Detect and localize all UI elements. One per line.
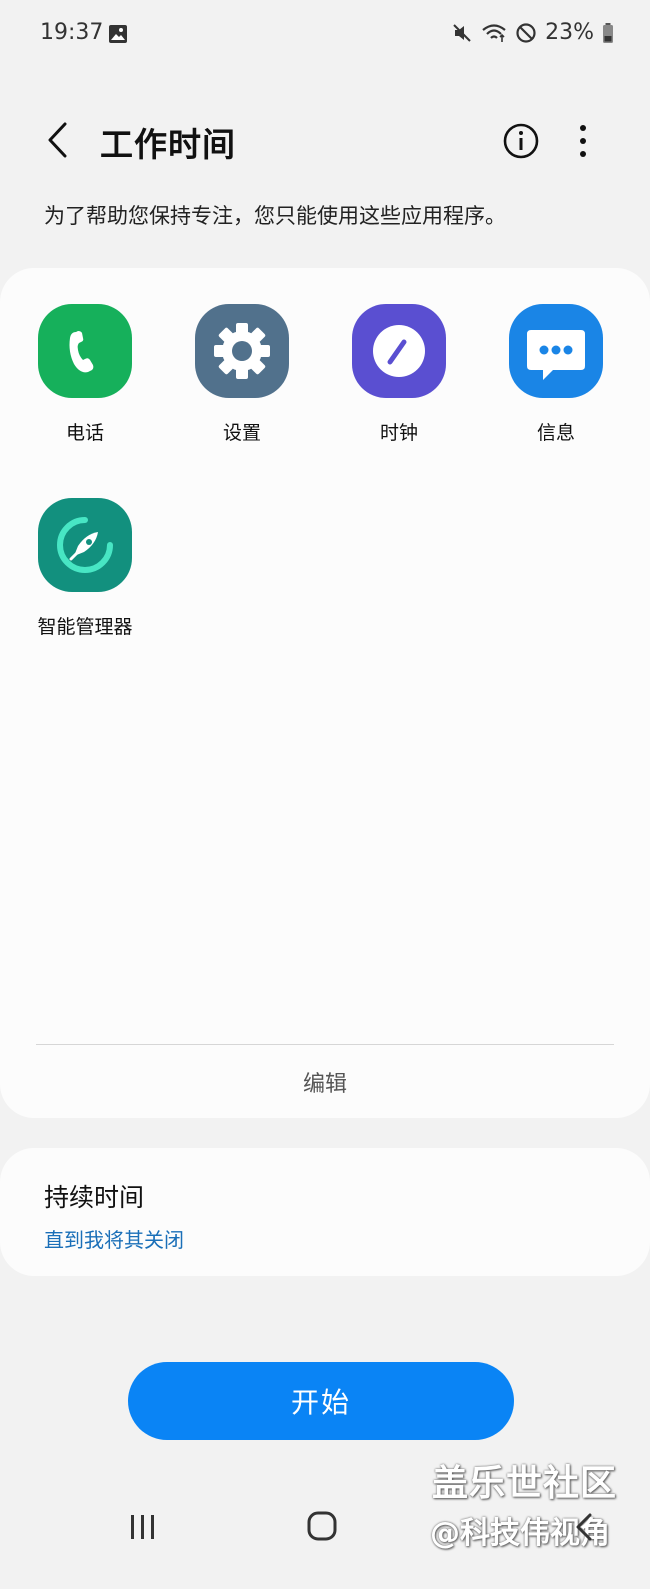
app-label: 信息 bbox=[536, 422, 575, 444]
status-time: 19:37 bbox=[40, 20, 104, 45]
allowed-apps-card: 电话 设置 时钟 信息 智能管理器 编辑 bbox=[0, 268, 650, 1118]
wifi-icon bbox=[481, 22, 507, 44]
start-button[interactable]: 开始 bbox=[128, 1362, 514, 1440]
subtitle: 为了帮助您保持专注，您只能使用这些应用程序。 bbox=[44, 204, 506, 228]
more-vert-icon bbox=[566, 125, 600, 168]
home-button[interactable] bbox=[306, 1510, 338, 1546]
nav-back-button[interactable] bbox=[570, 1512, 600, 1546]
status-bar: 19:37 23% bbox=[0, 0, 650, 70]
status-icons: 23% bbox=[451, 20, 614, 45]
do-not-disturb-icon bbox=[515, 22, 537, 44]
more-options-button[interactable] bbox=[566, 118, 600, 164]
recents-icon bbox=[128, 1515, 158, 1546]
duration-setting[interactable]: 持续时间 直到我将其关闭 bbox=[0, 1148, 650, 1276]
battery-icon bbox=[602, 22, 614, 44]
message-icon bbox=[509, 304, 603, 398]
watermark-community: 盖乐世社区 bbox=[432, 1463, 618, 1504]
gear-icon bbox=[195, 304, 289, 398]
rocket-icon bbox=[38, 498, 132, 592]
info-icon bbox=[498, 123, 544, 168]
home-icon bbox=[306, 1511, 338, 1546]
back-arrow-icon bbox=[45, 121, 71, 163]
app-phone[interactable]: 电话 bbox=[20, 304, 150, 445]
duration-value: 直到我将其关闭 bbox=[44, 1228, 184, 1252]
recents-button[interactable] bbox=[128, 1512, 158, 1546]
edit-button[interactable]: 编辑 bbox=[0, 1066, 650, 1098]
app-settings[interactable]: 设置 bbox=[177, 304, 307, 445]
mute-icon bbox=[451, 22, 473, 44]
app-label: 电话 bbox=[65, 422, 104, 444]
app-smart-manager[interactable]: 智能管理器 bbox=[20, 498, 150, 639]
duration-title: 持续时间 bbox=[44, 1183, 145, 1212]
clock-icon bbox=[352, 304, 446, 398]
app-label: 智能管理器 bbox=[37, 616, 133, 638]
page-title: 工作时间 bbox=[100, 125, 236, 164]
app-label: 设置 bbox=[222, 422, 261, 444]
battery-percent: 23% bbox=[545, 20, 594, 45]
app-clock[interactable]: 时钟 bbox=[334, 304, 464, 445]
back-button[interactable] bbox=[34, 118, 82, 166]
info-button[interactable] bbox=[498, 118, 544, 164]
divider bbox=[36, 1044, 614, 1045]
app-label: 时钟 bbox=[379, 422, 418, 444]
nav-back-icon bbox=[570, 1513, 600, 1546]
gallery-icon bbox=[108, 24, 128, 44]
phone-icon bbox=[38, 304, 132, 398]
app-messages[interactable]: 信息 bbox=[491, 304, 621, 445]
